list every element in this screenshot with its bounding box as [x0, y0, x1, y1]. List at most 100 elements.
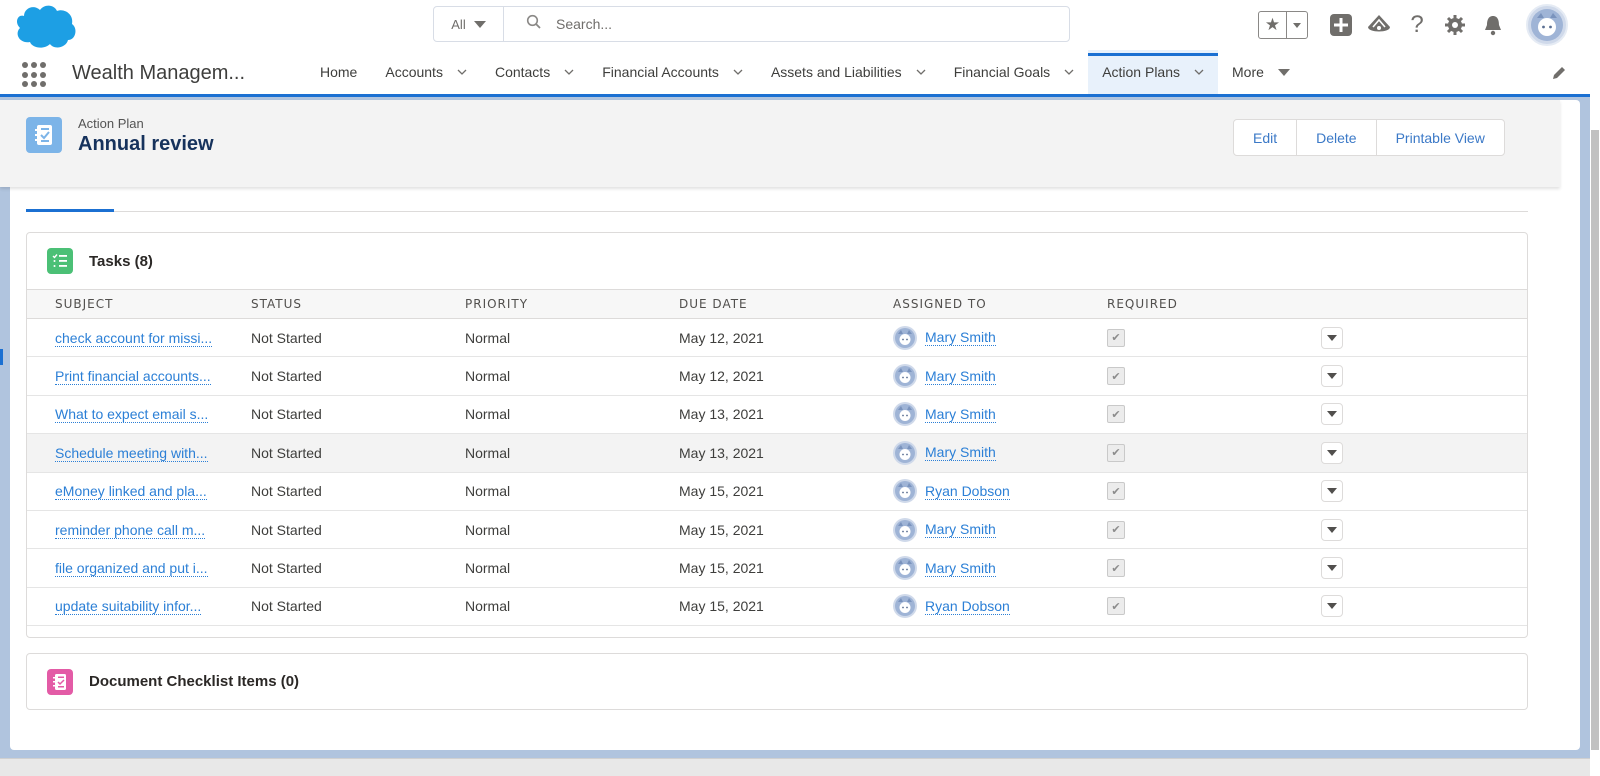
nav-item-home[interactable]: Home — [306, 50, 371, 94]
record-title: Annual review — [78, 133, 214, 155]
delete-button[interactable]: Delete — [1297, 120, 1377, 155]
task-actions-cell — [1293, 587, 1527, 625]
assigned-user-link[interactable]: Mary Smith — [925, 406, 996, 423]
task-row[interactable]: Schedule meeting with... Not Started Norma… — [27, 433, 1527, 473]
required-checkbox: ✔ — [1107, 367, 1125, 386]
user-avatar-icon — [893, 440, 917, 465]
setup-gear-icon[interactable] — [1442, 12, 1468, 38]
nav-item-assets-and-liabilities[interactable]: Assets and Liabilities — [757, 50, 940, 94]
bottom-strip — [0, 758, 1590, 776]
assigned-user-link[interactable]: Mary Smith — [925, 521, 996, 539]
page-scrollbar-thumb[interactable] — [1591, 130, 1599, 750]
task-assigned-cell: Mary Smith — [865, 549, 1079, 587]
assigned-user-link[interactable]: Mary Smith — [925, 444, 996, 462]
row-actions-dropdown[interactable] — [1321, 595, 1343, 618]
task-row[interactable]: file organized and put i... Not Started No… — [27, 549, 1527, 588]
assigned-user-link[interactable]: Ryan Dobson — [925, 483, 1010, 500]
task-row[interactable]: Print financial accounts... Not Started No… — [27, 357, 1527, 396]
row-actions-dropdown[interactable] — [1321, 441, 1343, 464]
task-status: Not Started — [251, 521, 322, 538]
document-checklist-card: Document Checklist Items (0) — [26, 653, 1528, 710]
search-field[interactable] — [504, 7, 1069, 41]
task-row[interactable]: update suitability infor... Not Started No… — [27, 587, 1527, 626]
search-scope-dropdown[interactable]: All — [434, 7, 504, 41]
task-subject-cell: reminder phone call m... — [27, 510, 223, 548]
row-actions-dropdown[interactable] — [1321, 403, 1343, 426]
notifications-bell-icon[interactable] — [1480, 12, 1506, 38]
nav-item-contacts[interactable]: Contacts — [481, 50, 588, 94]
nav-item-accounts[interactable]: Accounts — [371, 50, 481, 94]
task-row[interactable]: reminder phone call m... Not Started Norma… — [27, 510, 1527, 549]
app-launcher-icon[interactable] — [22, 62, 48, 88]
assigned-user-link[interactable]: Mary Smith — [925, 368, 996, 385]
caret-down-icon — [1277, 68, 1290, 76]
task-subject-cell: update suitability infor... — [27, 587, 223, 625]
page-scrollbar[interactable] — [1590, 0, 1600, 776]
document-checklist-header: Document Checklist Items (0) — [27, 654, 1527, 709]
nav-item-action-plans[interactable]: Action Plans — [1088, 50, 1219, 94]
chevron-down-icon[interactable] — [457, 67, 467, 77]
record-type-label: Action Plan — [78, 116, 144, 131]
required-checkbox: ✔ — [1107, 328, 1125, 347]
task-subject-link[interactable]: Print financial accounts... — [55, 368, 211, 386]
assigned-user-link[interactable]: Ryan Dobson — [925, 598, 1010, 615]
caret-down-icon — [473, 20, 486, 28]
row-actions-dropdown[interactable] — [1321, 365, 1343, 388]
global-add-icon[interactable] — [1328, 12, 1354, 38]
nav-items: Home Accounts Contacts Financial Account… — [306, 50, 1304, 94]
chevron-down-icon[interactable] — [564, 67, 574, 77]
task-subject-link[interactable]: check account for missi... — [55, 329, 213, 347]
chevron-down-icon[interactable] — [916, 67, 926, 77]
task-due-date: May 15, 2021 — [679, 521, 764, 538]
column-header-priority[interactable]: PRIORITY — [437, 290, 651, 319]
edit-nav-pencil-icon[interactable] — [1550, 64, 1568, 82]
task-subject-link[interactable]: eMoney linked and pla... — [55, 483, 207, 501]
nav-item-financial-goals[interactable]: Financial Goals — [940, 50, 1089, 94]
nav-item-more[interactable]: More — [1218, 50, 1304, 94]
task-assigned-cell: Mary Smith — [865, 357, 1079, 395]
user-avatar[interactable] — [1526, 4, 1568, 46]
task-subject-link[interactable]: update suitability infor... — [55, 598, 202, 616]
task-subject-link[interactable]: Schedule meeting with... — [55, 444, 208, 462]
assigned-user-link[interactable]: Mary Smith — [925, 560, 996, 577]
printable-view-button[interactable]: Printable View — [1376, 120, 1504, 155]
task-subject-link[interactable]: file organized and put i... — [55, 560, 208, 578]
trailhead-icon[interactable] — [1366, 12, 1392, 38]
nav-item-label: Contacts — [494, 64, 551, 80]
assigned-user-link[interactable]: Mary Smith — [925, 329, 996, 347]
column-header-due-date[interactable]: DUE DATE — [651, 290, 865, 319]
required-checkbox: ✔ — [1107, 482, 1125, 501]
task-subject-link[interactable]: reminder phone call m... — [55, 521, 206, 539]
salesforce-logo[interactable] — [10, 2, 80, 50]
nav-item-financial-accounts[interactable]: Financial Accounts — [588, 50, 757, 94]
task-row[interactable]: eMoney linked and pla... Not Started Norma… — [27, 472, 1527, 511]
task-assigned-cell: Ryan Dobson — [865, 587, 1079, 625]
task-actions-cell — [1293, 434, 1527, 472]
row-actions-dropdown[interactable] — [1321, 557, 1343, 580]
chevron-down-icon[interactable] — [1064, 67, 1074, 77]
task-subject-link[interactable]: What to expect email s... — [55, 406, 209, 424]
chevron-down-icon[interactable] — [733, 67, 743, 77]
task-subject-cell: file organized and put i... — [27, 549, 223, 587]
search-input[interactable] — [556, 16, 1056, 32]
chevron-down-icon[interactable] — [1194, 67, 1204, 77]
nav-item-label: Assets and Liabilities — [770, 64, 902, 80]
column-header-status[interactable]: STATUS — [223, 290, 437, 319]
edit-button[interactable]: Edit — [1234, 120, 1298, 155]
column-header-subject[interactable]: SUBJECT — [27, 290, 223, 319]
document-checklist-icon — [47, 668, 73, 695]
task-actions-cell — [1293, 357, 1527, 395]
task-row[interactable]: What to expect email s... Not Started Norm… — [27, 395, 1527, 434]
column-header-assigned-to[interactable]: ASSIGNED TO — [865, 290, 1079, 319]
column-header-required[interactable]: REQUIRED — [1079, 290, 1293, 319]
favorites-star-icon[interactable]: ★ — [1259, 12, 1287, 38]
row-actions-dropdown[interactable] — [1321, 480, 1343, 503]
row-actions-dropdown[interactable] — [1321, 326, 1343, 349]
task-status: Not Started — [251, 483, 322, 500]
help-icon[interactable]: ? — [1404, 11, 1430, 38]
row-actions-dropdown[interactable] — [1321, 518, 1343, 541]
favorites-dropdown-icon[interactable] — [1287, 12, 1307, 38]
app-name: Wealth Managem... — [72, 62, 246, 84]
tasks-card-header: Tasks (8) — [27, 233, 1527, 289]
task-row[interactable]: check account for missi... Not Started Nor… — [27, 319, 1527, 357]
